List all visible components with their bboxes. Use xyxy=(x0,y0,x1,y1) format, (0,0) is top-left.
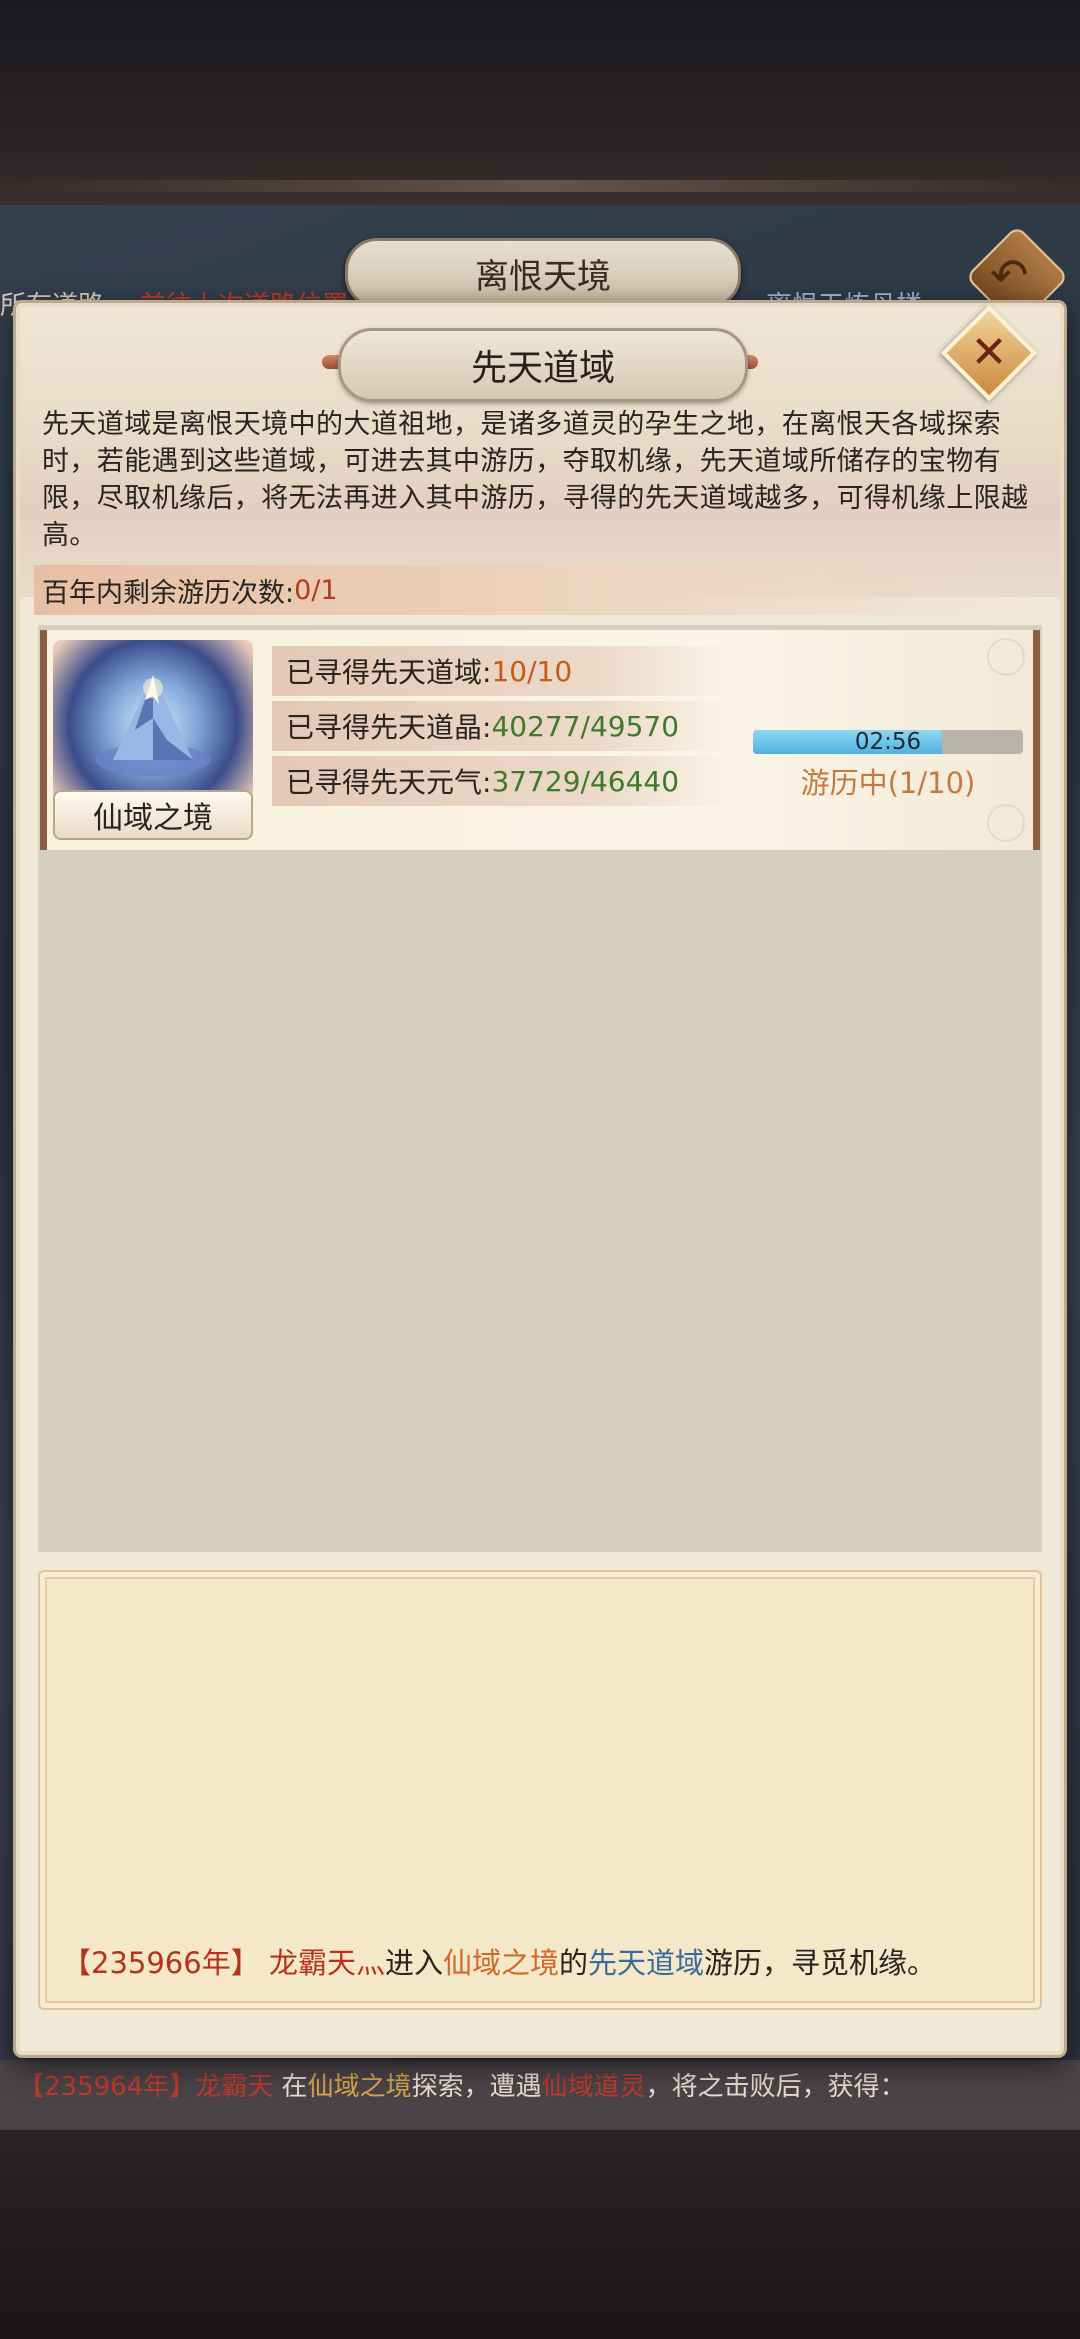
stat-label: 已寻得先天道域: xyxy=(286,656,492,689)
bg-log-year: 【235964年】 xyxy=(18,2072,196,2102)
card-ornament xyxy=(987,804,1025,842)
remaining-travels-value: 0/1 xyxy=(294,574,338,606)
bg-log-name: 龙霸天 xyxy=(195,2072,274,2102)
bottom-dark-area xyxy=(0,2130,1080,2339)
stat-value: 37729/46440 xyxy=(491,764,680,798)
close-button[interactable]: ✕ xyxy=(940,304,1038,402)
bg-log-tail: ，将之击败后，获得： xyxy=(645,2072,906,2102)
outer-page-title: 离恨天境 xyxy=(345,238,741,308)
log-enter: 进入 xyxy=(384,1946,443,1980)
stat-row-crystals: 已寻得先天道晶: 40277/49570 xyxy=(272,701,732,751)
stat-row-domains: 已寻得先天道域: 10/10 xyxy=(272,646,732,696)
top-ornament xyxy=(0,180,1080,192)
stat-label: 已寻得先天元气: xyxy=(286,766,492,799)
log-tail: 游历，寻觅机缘。 xyxy=(704,1946,937,1980)
event-log-box: 【235966年】 龙霸天灬进入仙域之境的先天道域游历，寻觅机缘。 xyxy=(38,1570,1042,2010)
bg-log-text: 探索，遭遇 xyxy=(411,2072,542,2102)
bg-log-enemy: 仙域道灵 xyxy=(541,2072,646,2102)
remaining-travels-label: 百年内剩余游历次数: xyxy=(42,577,295,609)
log-domain: 先天道域 xyxy=(588,1946,705,1980)
log-year: 【235966年】 xyxy=(62,1946,260,1980)
back-icon[interactable]: ↶ xyxy=(990,248,1029,302)
stat-label: 已寻得先天道晶: xyxy=(286,711,492,744)
log-of: 的 xyxy=(558,1946,588,1980)
card-ornament xyxy=(987,638,1025,676)
close-icon: ✕ xyxy=(970,327,1008,378)
stat-value: 40277/49570 xyxy=(491,709,680,743)
stat-row-energy: 已寻得先天元气: 37729/46440 xyxy=(272,756,732,806)
panel-description: 先天道域是离恨天境中的大道祖地，是诸多道灵的孕生之地，在离恨天各域探索时，若能遇… xyxy=(42,409,1029,551)
log-place: 仙域之境 xyxy=(442,1946,559,1980)
bg-log-mid: 在 xyxy=(281,2072,308,2102)
realm-card[interactable]: 仙域之境 已寻得先天道域: 10/10 已寻得先天道晶: 40277/49570… xyxy=(40,630,1040,850)
panel-title: 先天道域 xyxy=(338,328,748,402)
travel-timer: 02:56 xyxy=(854,729,922,755)
remaining-travels-row: 百年内剩余游历次数: 0/1 xyxy=(34,565,1034,615)
log-player-name: 龙霸天灬 xyxy=(268,1946,385,1980)
realm-name: 仙域之境 xyxy=(53,790,253,840)
stat-value: 10/10 xyxy=(491,654,573,688)
bg-log-place: 仙域之境 xyxy=(307,2072,412,2102)
background-log: 【235964年】龙霸天 在仙域之境探索，遭遇仙域道灵，将之击败后，获得： xyxy=(0,2060,1080,2130)
mountain-icon xyxy=(95,675,211,776)
event-log-line: 【235966年】 龙霸天灬进入仙域之境的先天道域游历，寻觅机缘。 xyxy=(62,1940,936,1982)
top-dark-area xyxy=(0,0,1080,205)
travel-status: 游历中(1/10) xyxy=(800,766,976,800)
